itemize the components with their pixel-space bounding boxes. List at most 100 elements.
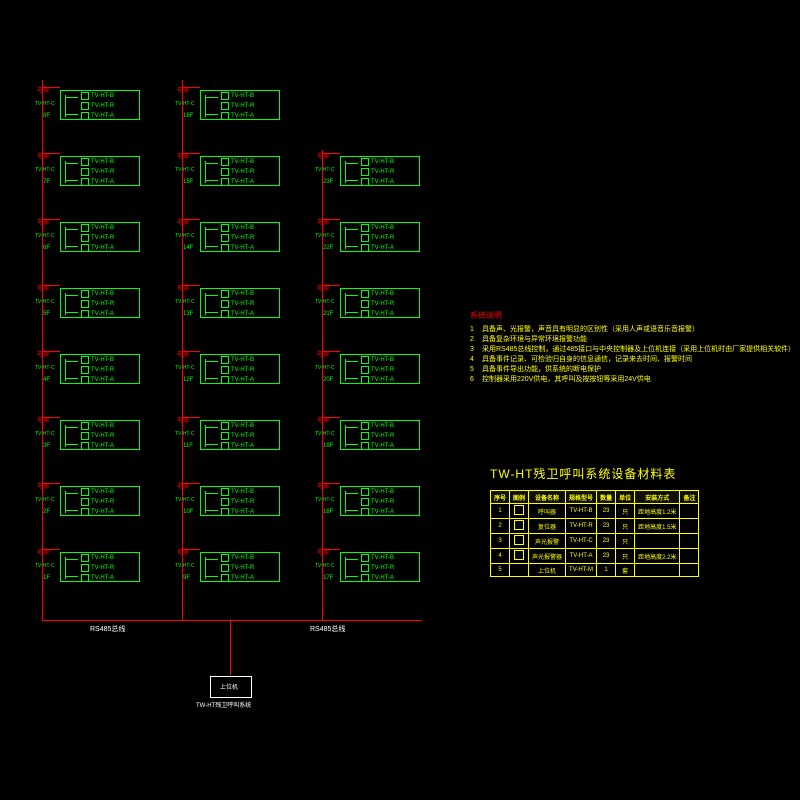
floor-node: 电源2FTV-HT-CTV-HT-BTV-HT-RTV-HT-A [60, 486, 140, 516]
row-r: TV-HT-R [231, 365, 279, 375]
note-line: 5具备事件导出功能，供系统的断电保护 [470, 365, 790, 375]
ctrl-conn [205, 359, 222, 381]
led-icon [81, 366, 89, 374]
symbol-icon [514, 505, 524, 515]
ctrl-conn [65, 425, 82, 447]
row-a: TV-HT-A [231, 177, 279, 187]
led-icon [361, 498, 369, 506]
row-b: TV-HT-B [231, 91, 279, 101]
row-a: TV-HT-A [91, 507, 139, 517]
table-header: 序号 [491, 491, 510, 504]
ctrl-conn [65, 161, 82, 183]
led-icon [81, 158, 89, 166]
row-r: TV-HT-R [91, 431, 139, 441]
row-b: TV-HT-B [231, 421, 279, 431]
floor-node: 电源23FTV-HT-CTV-HT-BTV-HT-RTV-HT-A [340, 156, 420, 186]
floor-label: 10F [183, 509, 193, 515]
ctrl-conn [205, 557, 222, 579]
bus-tie [322, 285, 340, 286]
row-b: TV-HT-B [91, 355, 139, 365]
led-icon [81, 508, 89, 516]
led-icon [81, 112, 89, 120]
ctrl-label: TV-HT-C [315, 233, 334, 239]
ctrl-label: TV-HT-C [35, 365, 54, 371]
led-icon [361, 564, 369, 572]
table-cell [510, 549, 529, 564]
led-icon [221, 158, 229, 166]
table-cell: 只 [616, 504, 635, 519]
led-icon [81, 554, 89, 562]
symbol-icon [514, 535, 524, 545]
ctrl-label: TV-HT-C [315, 563, 334, 569]
led-icon [221, 310, 229, 318]
table-cell: 上位机 [529, 564, 566, 577]
led-icon [221, 290, 229, 298]
table-cell: 23 [597, 549, 616, 564]
table-cell: 23 [597, 519, 616, 534]
table-header: 数量 [597, 491, 616, 504]
ctrl-conn [65, 491, 82, 513]
table-cell [510, 564, 529, 577]
note-line: 6控制器采用220V供电，其呼叫及按按钮等采用24V供电 [470, 375, 790, 385]
table-row: 2复位器TV-HT-R23只距地高度1.5米 [491, 519, 699, 534]
row-b: TV-HT-B [231, 289, 279, 299]
ctrl-conn [345, 491, 362, 513]
table-header: 备注 [680, 491, 699, 504]
floor-node: 电源17FTV-HT-CTV-HT-BTV-HT-RTV-HT-A [340, 552, 420, 582]
led-icon [361, 356, 369, 364]
led-icon [361, 432, 369, 440]
row-r: TV-HT-R [371, 365, 419, 375]
notes-block: 系统说明 1具备声、光报警，声音具有明显的区别性（采用人声或语音乐音报警）2具备… [470, 310, 790, 385]
table-cell: 1 [597, 564, 616, 577]
table-cell [680, 534, 699, 549]
table-cell: 23 [597, 534, 616, 549]
led-icon [361, 508, 369, 516]
table-header: 图例 [510, 491, 529, 504]
row-b: TV-HT-B [371, 157, 419, 167]
table-cell [510, 519, 529, 534]
led-icon [221, 102, 229, 110]
row-r: TV-HT-R [371, 497, 419, 507]
row-r: TV-HT-R [231, 299, 279, 309]
led-icon [221, 112, 229, 120]
row-a: TV-HT-A [231, 573, 279, 583]
row-b: TV-HT-B [91, 157, 139, 167]
table-cell: 4 [491, 549, 510, 564]
floor-node: 电源6FTV-HT-CTV-HT-BTV-HT-RTV-HT-A [60, 222, 140, 252]
led-icon [221, 376, 229, 384]
table-cell: 只 [616, 549, 635, 564]
table-cell [510, 504, 529, 519]
ctrl-conn [205, 425, 222, 447]
drawing-canvas: RS485总线 RS485总线 上位机 TW-HT残卫呼叫系统 电源8FTV-H… [0, 0, 800, 800]
row-r: TV-HT-R [371, 299, 419, 309]
bus-tie [322, 549, 340, 550]
floor-label: 23F [323, 179, 333, 185]
floor-label: 15F [183, 179, 193, 185]
row-b: TV-HT-B [371, 289, 419, 299]
row-a: TV-HT-A [371, 309, 419, 319]
led-icon [81, 234, 89, 242]
led-icon [361, 376, 369, 384]
floor-label: 9F [183, 575, 190, 581]
rs485-label-left: RS485总线 [90, 624, 125, 634]
table-cell: 23 [597, 504, 616, 519]
led-icon [221, 178, 229, 186]
led-icon [81, 102, 89, 110]
led-icon [81, 92, 89, 100]
ctrl-conn [65, 359, 82, 381]
table-cell: 5 [491, 564, 510, 577]
led-icon [221, 366, 229, 374]
ctrl-label: TV-HT-C [315, 365, 334, 371]
floor-node: 电源15FTV-HT-CTV-HT-BTV-HT-RTV-HT-A [200, 156, 280, 186]
note-line: 2具备复杂环境与异常环境报警功能 [470, 335, 790, 345]
bus-tie [182, 351, 200, 352]
floor-node: 电源1FTV-HT-CTV-HT-BTV-HT-RTV-HT-A [60, 552, 140, 582]
ctrl-conn [345, 293, 362, 315]
ctrl-label: TV-HT-C [35, 431, 54, 437]
led-icon [81, 574, 89, 582]
table-cell: 距地高度1.5米 [635, 519, 680, 534]
table-header: 设备名称 [529, 491, 566, 504]
row-b: TV-HT-B [91, 91, 139, 101]
table-row: 3声光报警TV-HT-C23只 [491, 534, 699, 549]
floor-node: 电源10FTV-HT-CTV-HT-BTV-HT-RTV-HT-A [200, 486, 280, 516]
